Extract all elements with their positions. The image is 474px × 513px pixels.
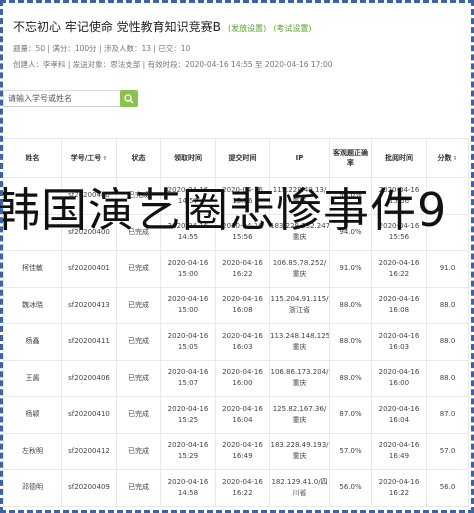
table-row: 杨鑫 sf20200411 已完成 2020-04-16 15:05 2020-04-1… bbox=[3, 323, 469, 361]
table-row: 左秋明 sf20200412 已完成 2020-04-16 15:29 2020-04-… bbox=[3, 432, 469, 470]
search-button[interactable] bbox=[120, 90, 138, 107]
cell-submit-time: 2020-04-16 16:00 bbox=[215, 359, 270, 397]
table-row: 魏冰晓 sf20200413 已完成 2020-04-16 15:00 2020-04-… bbox=[3, 286, 469, 324]
col-header-id[interactable]: 学号/工号⬆ bbox=[61, 138, 117, 178]
cell-score: 57.0 bbox=[426, 432, 469, 470]
cell-id: sf20200412 bbox=[61, 432, 117, 470]
cell-review-time: 2020-04-16 16:49 bbox=[371, 432, 427, 470]
overlay-banner-text: 韩国演艺圈悲惨事件9 bbox=[0, 183, 448, 237]
col-header-status[interactable]: 状态 bbox=[116, 138, 161, 178]
cell-submit-time: 2020-04-16 16:08 bbox=[215, 286, 270, 324]
cell-score: 91.0 bbox=[426, 250, 469, 288]
cell-name: 柯佳敏 bbox=[3, 250, 62, 288]
cell-ip: 125.82.167.36/重庆 bbox=[269, 396, 330, 434]
col-header-submit-time[interactable]: 提交时间 bbox=[215, 138, 270, 178]
cell-submit-time: 2020-04-16 16:04 bbox=[215, 396, 270, 434]
cell-start-time: 2020-04-16 15:00 bbox=[160, 286, 216, 324]
sort-icon[interactable]: ⬆ bbox=[452, 155, 457, 162]
search-icon bbox=[124, 94, 134, 104]
cell-start-time: 2020-04-16 15:07 bbox=[160, 359, 216, 397]
cell-accuracy: 88.0% bbox=[329, 286, 372, 324]
cell-score: 56.0 bbox=[426, 469, 469, 507]
exam-settings-link[interactable]: (考试设置) bbox=[273, 24, 311, 33]
cell-id: sf20200406 bbox=[61, 359, 117, 397]
cell-ip: 183.228.49.193/重庆 bbox=[269, 432, 330, 470]
cell-start-time: 2020-04-16 14:58 bbox=[160, 469, 216, 507]
cell-start-time: 2020-04-16 15:00 bbox=[160, 250, 216, 288]
cell-ip: 182.129.41.0/四川省 bbox=[269, 469, 330, 507]
cell-ip: 113.248.148.125/重庆 bbox=[269, 323, 330, 361]
cell-ip: 106.85.78.252/重庆 bbox=[269, 250, 330, 288]
cell-ip: 106.86.173.204/重庆 bbox=[269, 359, 330, 397]
cell-accuracy: 87.0% bbox=[329, 396, 372, 434]
cell-review-time: 2020-04-16 16:04 bbox=[371, 396, 427, 434]
cell-name: 邓德明 bbox=[3, 469, 62, 507]
cell-status: 已完成 bbox=[116, 469, 161, 507]
cell-name: 王酱 bbox=[3, 359, 62, 397]
col-header-accuracy[interactable]: 客观题正确率 bbox=[329, 138, 372, 178]
sort-icon[interactable]: ⬆ bbox=[102, 155, 107, 162]
cell-score: 87.0 bbox=[426, 396, 469, 434]
cell-score: 88.0 bbox=[426, 359, 469, 397]
cell-submit-time: 2020-04-16 16:22 bbox=[215, 250, 270, 288]
col-header-score[interactable]: 分数⬆ bbox=[426, 138, 469, 178]
search-input[interactable] bbox=[3, 90, 124, 107]
cell-review-time: 2020-04-16 16:08 bbox=[371, 286, 427, 324]
publish-settings-link[interactable]: (发放设置) bbox=[228, 24, 266, 33]
cell-submit-time: 2020-04-16 16:22 bbox=[215, 469, 270, 507]
table-row: 杨颖 sf20200410 已完成 2020-04-16 15:25 2020-04-1… bbox=[3, 396, 469, 434]
cell-status: 已完成 bbox=[116, 323, 161, 361]
cell-id: sf20200411 bbox=[61, 323, 117, 361]
cell-accuracy: 56.0% bbox=[329, 469, 372, 507]
table-header-row: 姓名 学号/工号⬆ 状态 领取时间 提交时间 IP 客观题正确率 批阅时间 分数… bbox=[3, 138, 469, 178]
exam-title: 不忘初心 牢记使命 党性教育知识竞赛B bbox=[13, 20, 221, 34]
col-header-ip[interactable]: IP bbox=[269, 138, 330, 178]
cell-name: 杨鑫 bbox=[3, 323, 62, 361]
cell-submit-time: 2020-04-16 16:03 bbox=[215, 323, 270, 361]
table-row: 柯佳敏 sf20200401 已完成 2020-04-16 15:00 2020-04-… bbox=[3, 250, 469, 288]
cell-status: 已完成 bbox=[116, 359, 161, 397]
cell-id: sf20200401 bbox=[61, 250, 117, 288]
table-row: 王酱 sf20200406 已完成 2020-04-16 15:07 2020-04-1… bbox=[3, 359, 469, 397]
exam-header: 不忘初心 牢记使命 党性教育知识竞赛B (发放设置) (考试设置) 题量：50 … bbox=[13, 16, 463, 70]
cell-review-time: 2020-04-16 16:22 bbox=[371, 250, 427, 288]
col-header-start-time[interactable]: 领取时间 bbox=[160, 138, 216, 178]
cell-score: 88.0 bbox=[426, 286, 469, 324]
cell-status: 已完成 bbox=[116, 432, 161, 470]
cell-review-time: 2020-04-16 16:03 bbox=[371, 323, 427, 361]
cell-id: sf20200413 bbox=[61, 286, 117, 324]
cell-id: sf20200410 bbox=[61, 396, 117, 434]
cell-start-time: 2020-04-16 15:25 bbox=[160, 396, 216, 434]
cell-review-time: 2020-04-16 16:00 bbox=[371, 359, 427, 397]
cell-start-time: 2020-04-16 15:05 bbox=[160, 323, 216, 361]
cell-id: sf20200409 bbox=[61, 469, 117, 507]
cell-name: 杨颖 bbox=[3, 396, 62, 434]
cell-name: 左秋明 bbox=[3, 432, 62, 470]
col-header-name[interactable]: 姓名 bbox=[3, 138, 62, 178]
cell-accuracy: 91.0% bbox=[329, 250, 372, 288]
cell-status: 已完成 bbox=[116, 250, 161, 288]
cell-ip: 115.204.91.115/浙江省 bbox=[269, 286, 330, 324]
exam-info: 创建人：李孝科 | 发送对象：思法支部 | 有效时段：2020-04-16 14… bbox=[13, 60, 333, 69]
cell-accuracy: 57.0% bbox=[329, 432, 372, 470]
cell-status: 已完成 bbox=[116, 286, 161, 324]
col-header-review-time[interactable]: 批阅时间 bbox=[371, 138, 427, 178]
cell-start-time: 2020-04-16 15:29 bbox=[160, 432, 216, 470]
cell-name: 魏冰晓 bbox=[3, 286, 62, 324]
cell-accuracy: 88.0% bbox=[329, 323, 372, 361]
cell-accuracy: 88.0% bbox=[329, 359, 372, 397]
cell-score: 88.0 bbox=[426, 323, 469, 361]
cell-submit-time: 2020-04-16 16:49 bbox=[215, 432, 270, 470]
table-row: 邓德明 sf20200409 已完成 2020-04-16 14:58 2020-04-… bbox=[3, 469, 469, 507]
exam-stats: 题量：50 | 满分：100分 | 涉及人数：13 | 已交：10 bbox=[13, 44, 191, 53]
cell-status: 已完成 bbox=[116, 396, 161, 434]
cell-review-time: 2020-04-16 16:22 bbox=[371, 469, 427, 507]
